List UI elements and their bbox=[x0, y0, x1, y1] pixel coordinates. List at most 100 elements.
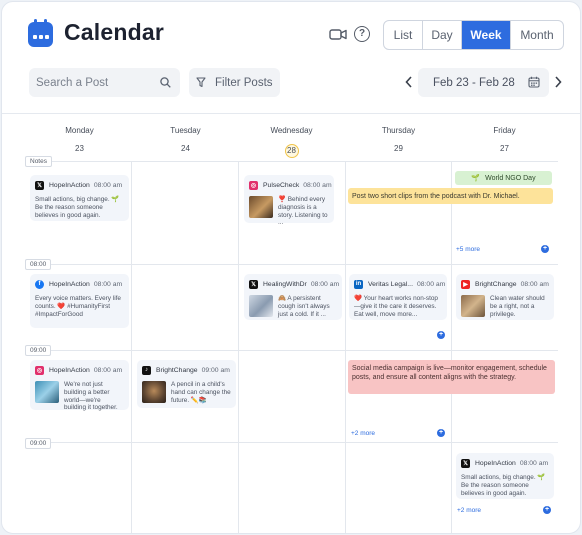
day-header-monday: Monday 23 bbox=[26, 126, 133, 156]
calendar-icon bbox=[528, 76, 540, 88]
day-name: Tuesday bbox=[170, 126, 201, 135]
post-card[interactable]: in Veritas Legal... 08:00 am ❤️ Your heart… bbox=[349, 274, 447, 320]
post-text: Small actions, big change. 🌱 Be the reas… bbox=[35, 196, 120, 219]
post-card[interactable]: 𝕏 HopeInAction 08:00 am Small actions, big… bbox=[30, 175, 129, 221]
day-name: Thursday bbox=[381, 126, 416, 135]
filter-posts-button[interactable]: Filter Posts bbox=[189, 68, 280, 97]
note-yellow[interactable]: Post two short clips from the podcast wi… bbox=[348, 188, 553, 204]
post-card[interactable]: ▶ BrightChange 08:00 am Clean water should… bbox=[456, 274, 554, 320]
post-card[interactable]: 𝕏 HealingWithDr 08:00 am 🙈 A persistent co… bbox=[244, 274, 342, 320]
day-number: 27 bbox=[500, 144, 509, 153]
column-divider bbox=[451, 161, 452, 533]
row-divider bbox=[26, 442, 558, 443]
chevron-left-icon[interactable] bbox=[404, 75, 414, 89]
add-post-icon[interactable]: + bbox=[437, 331, 445, 339]
world-ngo-day-event[interactable]: 🌱 World NGO Day bbox=[455, 171, 552, 185]
more-posts-link[interactable]: +5 more bbox=[456, 246, 480, 253]
add-post-icon[interactable]: + bbox=[437, 429, 445, 437]
search-input[interactable] bbox=[29, 68, 149, 97]
x-icon: 𝕏 bbox=[461, 458, 470, 468]
row-divider bbox=[26, 350, 558, 351]
account-name: BrightChange bbox=[475, 280, 517, 288]
day-header-friday: Friday 27 bbox=[451, 126, 558, 156]
post-text: A pencil in a child's hand can change th… bbox=[171, 381, 231, 404]
post-time: 08:00 am bbox=[93, 181, 123, 189]
time-slot-label: 09:00 bbox=[25, 345, 52, 356]
account-name: HopeInAction bbox=[475, 459, 516, 467]
more-posts-link[interactable]: +2 more bbox=[351, 430, 375, 437]
account-name: BrightChange bbox=[156, 366, 198, 374]
view-month-button[interactable]: Month bbox=[511, 21, 563, 49]
day-name: Friday bbox=[493, 126, 516, 135]
view-day-button[interactable]: Day bbox=[423, 21, 462, 49]
post-text: ❤️ Your heart works non-stop—give it the… bbox=[354, 295, 438, 318]
chevron-right-icon[interactable] bbox=[553, 75, 563, 89]
post-time: 08:00 am bbox=[416, 280, 446, 288]
help-icon[interactable]: ? bbox=[354, 26, 370, 42]
toolbar-divider bbox=[2, 113, 580, 114]
video-camera-icon[interactable] bbox=[329, 28, 347, 41]
column-divider bbox=[345, 161, 346, 533]
add-post-icon[interactable]: + bbox=[543, 506, 551, 514]
account-name: HealingWithDr bbox=[263, 280, 307, 288]
account-name: HopeInAction bbox=[49, 181, 90, 189]
calendar-window: Calendar ? List Day Week Month Filter Po… bbox=[1, 1, 581, 534]
date-range-label: Feb 23 - Feb 28 bbox=[433, 76, 515, 89]
post-text: We're not just building a better world—w… bbox=[64, 381, 118, 412]
calendar-logo-icon bbox=[28, 19, 53, 47]
plant-icon: 🌱 bbox=[471, 175, 481, 182]
notes-row-label: Notes bbox=[25, 156, 52, 167]
post-card[interactable]: ◎ PulseCheck 08:00 am ❣️ Behind every diag… bbox=[244, 175, 334, 226]
day-header-thursday: Thursday 29 bbox=[345, 126, 452, 156]
linkedin-icon: in bbox=[354, 279, 363, 289]
day-number: 29 bbox=[394, 144, 403, 153]
day-name: Monday bbox=[65, 126, 94, 135]
filter-posts-label: Filter Posts bbox=[215, 76, 273, 89]
add-post-icon[interactable]: + bbox=[541, 245, 549, 253]
view-week-button[interactable]: Week bbox=[462, 21, 511, 49]
day-header-tuesday: Tuesday 24 bbox=[132, 126, 239, 156]
day-number: 24 bbox=[181, 144, 190, 153]
instagram-icon: ◎ bbox=[35, 365, 44, 375]
view-switcher: List Day Week Month bbox=[383, 20, 564, 50]
post-thumbnail bbox=[249, 196, 273, 218]
post-thumbnail bbox=[461, 295, 485, 317]
post-time: 08:00 am bbox=[520, 280, 549, 288]
post-text: ❣️ Behind every diagnosis is a story. Li… bbox=[278, 196, 328, 227]
post-time: 08:00 am bbox=[93, 280, 123, 288]
tiktok-icon: ♪ bbox=[142, 365, 151, 375]
column-divider bbox=[238, 161, 239, 533]
search-box bbox=[29, 68, 180, 97]
today-day-number: 28 bbox=[284, 144, 299, 158]
post-card[interactable]: f HopeInAction 08:00 am Every voice matter… bbox=[30, 274, 129, 328]
post-time: 08:00 am bbox=[303, 181, 332, 189]
x-icon: 𝕏 bbox=[249, 279, 258, 289]
post-text: Every voice matters. Every life counts. … bbox=[35, 295, 121, 318]
post-thumbnail bbox=[35, 381, 59, 403]
post-text: 🙈 A persistent cough isn't always just a… bbox=[278, 295, 330, 318]
post-time: 08:00 am bbox=[93, 366, 123, 374]
column-divider bbox=[131, 161, 132, 533]
view-list-button[interactable]: List bbox=[384, 21, 423, 49]
more-posts-link[interactable]: +2 more bbox=[457, 507, 481, 514]
post-time: 08:00 am bbox=[519, 459, 549, 467]
facebook-icon: f bbox=[35, 279, 44, 289]
account-name: HopeInAction bbox=[49, 366, 90, 374]
x-icon: 𝕏 bbox=[35, 180, 44, 190]
post-thumbnail bbox=[142, 381, 166, 403]
youtube-icon: ▶ bbox=[461, 279, 470, 289]
account-name: Veritas Legal... bbox=[368, 280, 413, 288]
time-slot-label: 09:00 bbox=[25, 438, 52, 449]
row-divider bbox=[26, 264, 558, 265]
post-thumbnail bbox=[249, 295, 273, 317]
time-slot-label: 08:00 bbox=[25, 259, 52, 270]
date-range-picker[interactable]: Feb 23 - Feb 28 bbox=[418, 68, 549, 97]
note-red[interactable]: Social media campaign is live—monitor en… bbox=[348, 360, 555, 394]
post-card[interactable]: ◎ HopeInAction 08:00 am We're not just bui… bbox=[30, 360, 129, 412]
event-label: World NGO Day bbox=[485, 174, 536, 182]
filter-icon bbox=[196, 77, 206, 88]
instagram-icon: ◎ bbox=[249, 180, 258, 190]
search-icon[interactable] bbox=[160, 77, 171, 88]
post-card[interactable]: ♪ BrightChange 09:00 am A pencil in a chil… bbox=[137, 360, 236, 408]
post-card[interactable]: 𝕏 HopeInAction 08:00 am Small actions, big… bbox=[456, 453, 554, 499]
